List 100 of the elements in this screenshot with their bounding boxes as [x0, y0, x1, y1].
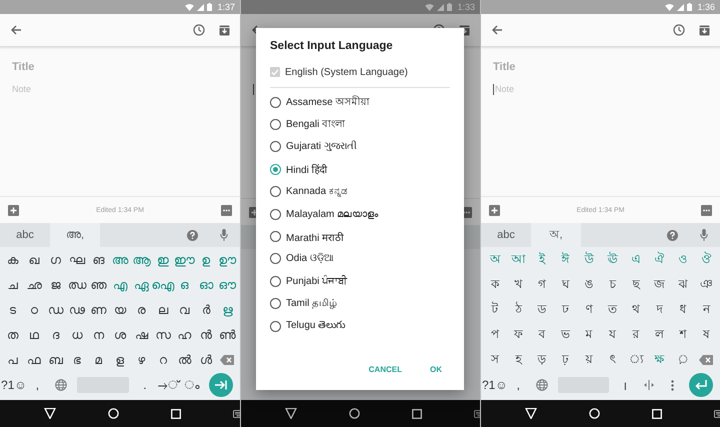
key[interactable]: ഇ: [152, 247, 174, 272]
key[interactable]: ঝ: [671, 272, 694, 297]
key[interactable]: য: [600, 322, 624, 347]
key[interactable]: অ: [483, 247, 506, 272]
more-icon[interactable]: [221, 204, 232, 216]
key[interactable]: ഗ: [44, 247, 66, 272]
key[interactable]: আ: [506, 247, 530, 272]
radio-button[interactable]: [270, 276, 281, 287]
key[interactable]: ভ: [554, 322, 577, 347]
key[interactable]: ദ: [44, 322, 66, 347]
key[interactable]: ഏ: [130, 272, 152, 297]
key[interactable]: ধ: [671, 297, 694, 322]
key[interactable]: দ: [648, 297, 671, 322]
key[interactable]: ?1☺: [483, 378, 506, 392]
key[interactable]: ফ: [506, 322, 530, 347]
key[interactable]: വ: [174, 297, 196, 322]
clock-icon[interactable]: [193, 24, 205, 36]
key[interactable]: ട: [2, 297, 24, 322]
key[interactable]: ഘ: [66, 247, 88, 272]
key[interactable]: প: [483, 322, 506, 347]
key[interactable]: ক: [483, 272, 506, 297]
key[interactable]: উ: [577, 247, 600, 272]
key[interactable]: ഹ: [174, 322, 196, 347]
key[interactable]: ঢ়: [554, 347, 577, 372]
key[interactable]: എ: [109, 272, 131, 297]
key[interactable]: ധ: [66, 322, 88, 347]
key[interactable]: ന: [88, 322, 110, 347]
key[interactable]: ৎ: [600, 347, 624, 372]
key[interactable]: ড়: [530, 347, 554, 372]
radio-button[interactable]: [270, 141, 281, 152]
key[interactable]: ഒ: [174, 272, 196, 297]
key[interactable]: ◌্য: [624, 347, 648, 372]
key[interactable]: ঐ: [648, 247, 671, 272]
key[interactable]: ഝ: [66, 272, 88, 297]
key[interactable]: ത: [2, 322, 24, 347]
key[interactable]: ?1☺: [2, 378, 26, 392]
key[interactable]: ഔ: [216, 272, 238, 297]
more-vertical-icon[interactable]: [670, 380, 674, 390]
key[interactable]: ঢ: [554, 297, 577, 322]
key[interactable]: ണ: [88, 297, 110, 322]
key[interactable]: ।: [613, 376, 637, 394]
key[interactable]: ঞ: [694, 272, 718, 297]
enter-key[interactable]: [688, 373, 713, 397]
home-icon[interactable]: [589, 408, 600, 419]
recents-icon[interactable]: [652, 408, 662, 418]
key[interactable]: ,: [26, 378, 50, 392]
key[interactable]: ഢ: [66, 297, 88, 322]
key[interactable]: ഊ: [216, 247, 238, 272]
key[interactable]: জ: [648, 272, 671, 297]
key[interactable]: ন: [694, 297, 718, 322]
key[interactable]: ഖ: [23, 247, 45, 272]
add-icon[interactable]: [8, 204, 19, 216]
key[interactable]: ◌ം: [180, 378, 204, 392]
backspace-icon[interactable]: [699, 354, 714, 364]
key[interactable]: ও: [671, 247, 694, 272]
key[interactable]: ഞ: [88, 272, 110, 297]
key[interactable]: പ: [2, 347, 24, 372]
radio-button[interactable]: [270, 231, 281, 242]
key[interactable]: ല: [152, 297, 174, 322]
key[interactable]: റ: [152, 347, 174, 372]
key[interactable]: ങ: [88, 247, 110, 272]
key[interactable]: ঙ: [577, 272, 600, 297]
key[interactable]: ഡ: [44, 297, 66, 322]
radio-button[interactable]: [270, 119, 281, 130]
key[interactable]: ল: [648, 322, 671, 347]
key[interactable]: গ: [530, 272, 554, 297]
key[interactable]: ই: [530, 247, 554, 272]
key[interactable]: അ: [109, 247, 131, 272]
key[interactable]: চ: [600, 272, 624, 297]
key[interactable]: শ: [671, 322, 694, 347]
key[interactable]: ഠ: [23, 297, 45, 322]
key[interactable]: এ: [624, 247, 648, 272]
key[interactable]: ഛ: [23, 272, 45, 297]
key[interactable]: ഓ: [195, 272, 217, 297]
key[interactable]: ള: [109, 347, 131, 372]
key[interactable]: ഥ: [23, 322, 45, 347]
key[interactable]: ছ: [624, 272, 648, 297]
archive-icon[interactable]: [219, 24, 230, 36]
key[interactable]: ഐ: [152, 272, 174, 297]
key[interactable]: .: [133, 378, 157, 392]
key[interactable]: ড: [530, 297, 554, 322]
language-tab[interactable]: അ,: [50, 223, 100, 247]
key[interactable]: ব: [530, 322, 554, 347]
key[interactable]: ൻ: [195, 322, 217, 347]
recents-icon[interactable]: [171, 408, 181, 418]
key[interactable]: ক্ষ: [648, 347, 671, 372]
key[interactable]: ഭ: [66, 347, 88, 372]
home-icon[interactable]: [349, 408, 360, 419]
radio-button[interactable]: [270, 298, 281, 310]
key[interactable]: ত: [600, 297, 624, 322]
key[interactable]: স: [483, 347, 506, 372]
key[interactable]: ഷ: [130, 322, 152, 347]
key[interactable]: ম: [577, 322, 600, 347]
key[interactable]: র: [624, 322, 648, 347]
key[interactable]: ജ: [44, 272, 66, 297]
archive-icon[interactable]: [699, 24, 710, 36]
next-key[interactable]: [209, 373, 234, 397]
language-tab[interactable]: অ,: [531, 223, 581, 247]
key[interactable]: ക: [2, 247, 24, 272]
key[interactable]: ൾ: [195, 347, 217, 372]
